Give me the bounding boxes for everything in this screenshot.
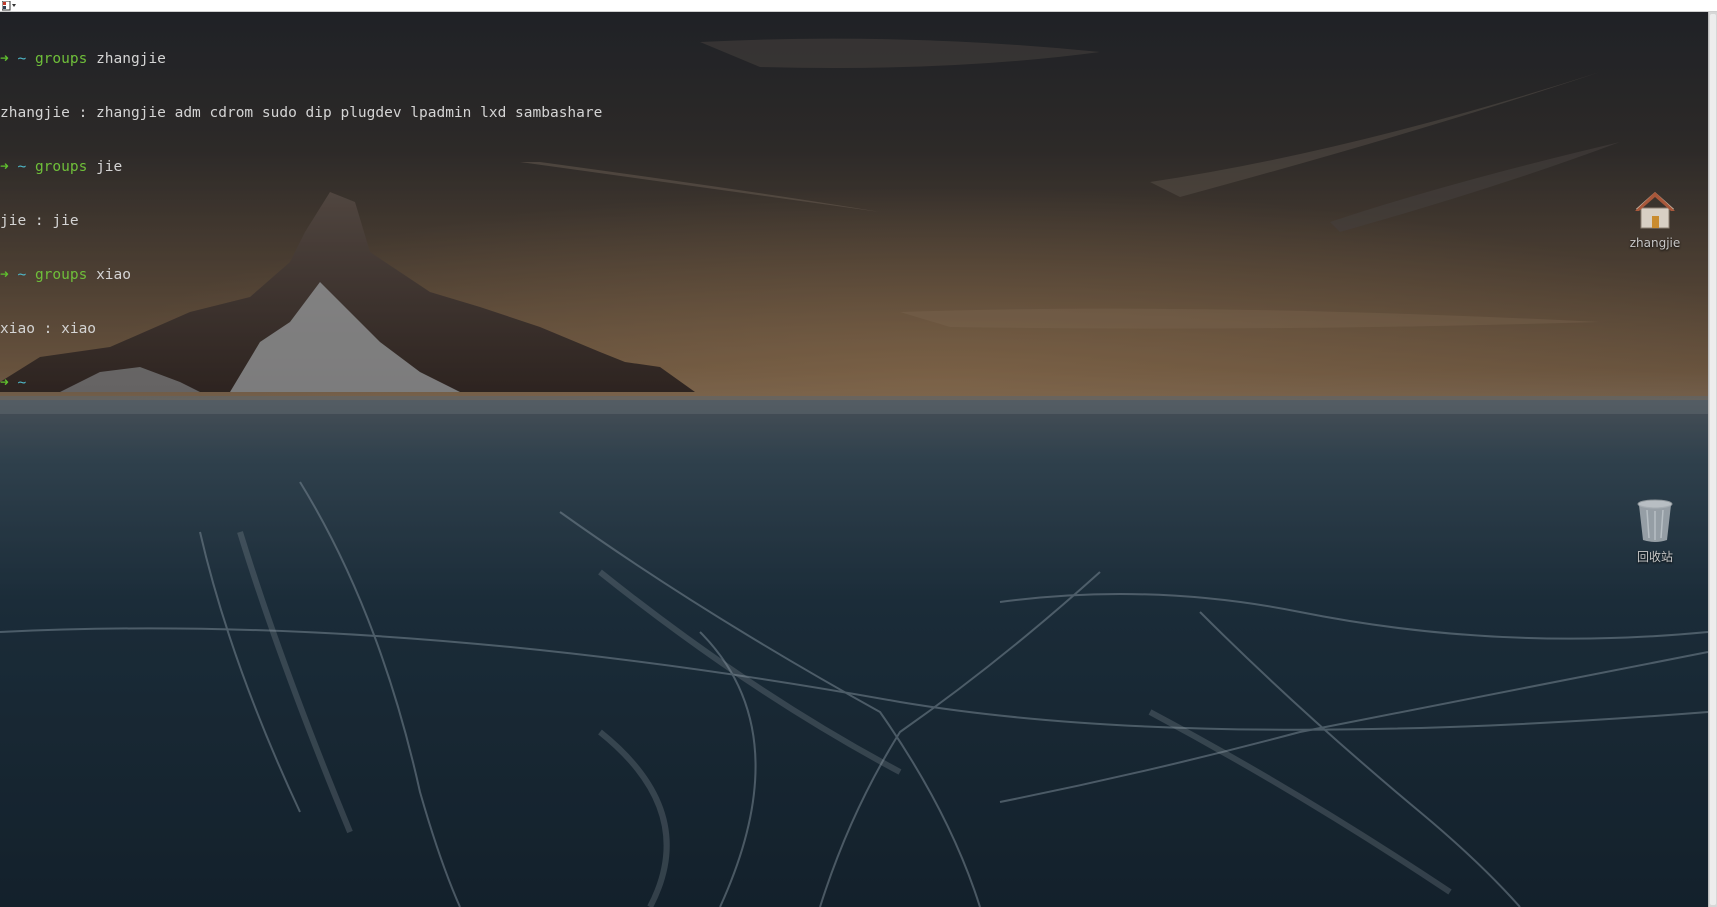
scrollbar-thumb[interactable] xyxy=(1710,14,1716,905)
command-name: groups xyxy=(34,159,88,175)
command-argument: xiao xyxy=(96,267,131,283)
terminal-scrollbar[interactable] xyxy=(1708,12,1717,907)
terminal-line-output: zhangjie : zhangjie adm cdrom sudo dip p… xyxy=(0,105,603,121)
prompt-arrow: ➜ xyxy=(0,375,9,391)
terminal-line-prompt: ➜ ~ groups jie xyxy=(0,158,602,176)
terminal-line-prompt: ➜ ~ groups zhangjie xyxy=(0,50,602,68)
desktop-icon-label: zhangjie xyxy=(1629,236,1681,250)
trash-icon xyxy=(1637,499,1673,542)
terminal-line-output: jie : jie xyxy=(0,213,79,229)
terminal-line-current-prompt[interactable]: ➜ ~ xyxy=(0,374,602,392)
terminal-line-output: xiao : xiao xyxy=(0,321,97,337)
command-argument: jie xyxy=(96,159,123,175)
desktop-icon-label: 回收站 xyxy=(1636,550,1673,564)
command-name: groups xyxy=(34,267,88,283)
command-name: groups xyxy=(34,51,88,67)
command-argument: zhangjie xyxy=(96,51,166,67)
prompt-directory: ~ xyxy=(17,375,27,391)
top-bar xyxy=(0,0,1717,12)
prompt-directory: ~ xyxy=(17,267,27,283)
terminal-output[interactable]: ➜ ~ groups zhangjie zhangjie : zhangjie … xyxy=(0,14,602,428)
prompt-arrow: ➜ xyxy=(0,51,9,67)
home-folder-icon xyxy=(1635,191,1675,229)
prompt-arrow: ➜ xyxy=(0,159,9,175)
desktop-icon-trash[interactable]: 回收站 xyxy=(1610,498,1700,565)
terminal-line-prompt: ➜ ~ groups xiao xyxy=(0,266,602,284)
prompt-arrow: ➜ xyxy=(0,267,9,283)
desktop-icon-home[interactable]: zhangjie xyxy=(1610,188,1700,250)
terminal-menu-icon[interactable] xyxy=(2,1,18,11)
prompt-directory: ~ xyxy=(17,51,27,67)
prompt-directory: ~ xyxy=(17,159,27,175)
desktop-screen: ➜ ~ groups zhangjie zhangjie : zhangjie … xyxy=(0,0,1717,907)
